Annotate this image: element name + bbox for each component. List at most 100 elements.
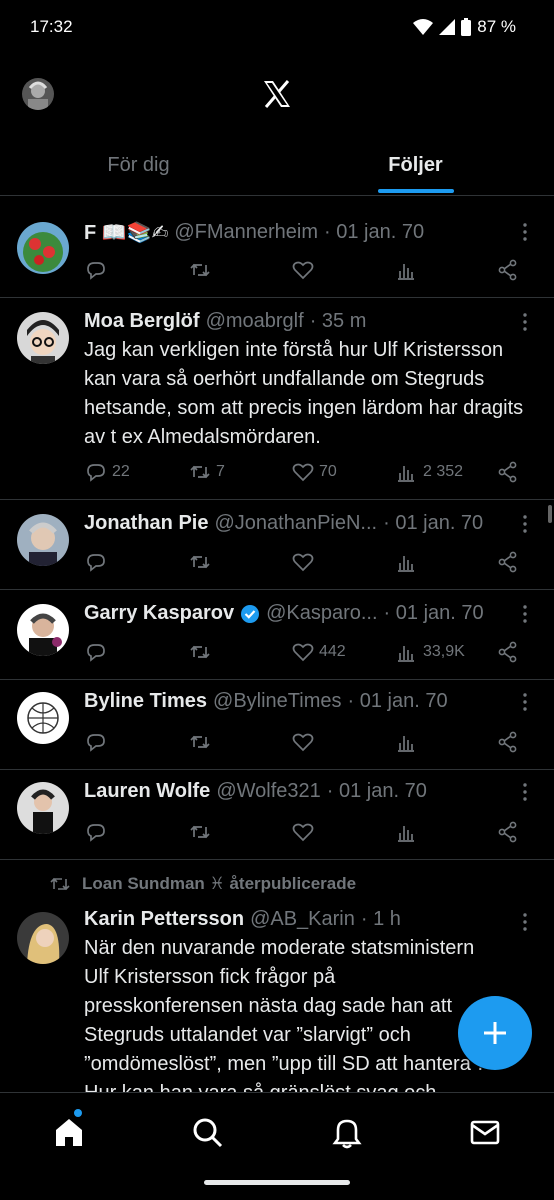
post-text-line: När den nuvarande moderate statsminister…	[84, 937, 475, 959]
views-button[interactable]: 33,9K	[395, 640, 465, 664]
like-button[interactable]	[291, 550, 319, 574]
more-options-icon[interactable]	[518, 514, 532, 534]
more-options-icon[interactable]	[518, 222, 532, 242]
repost-button[interactable]	[188, 550, 216, 574]
post-actions: 22 7 70 2 352	[84, 460, 532, 484]
more-options-icon[interactable]	[518, 312, 532, 332]
views-icon	[398, 264, 414, 280]
author-handle[interactable]: @FMannerheim	[174, 221, 318, 244]
repost-button[interactable]	[188, 730, 216, 754]
compose-post-button[interactable]	[458, 996, 532, 1070]
more-options-icon[interactable]	[518, 912, 532, 932]
share-icon	[498, 731, 517, 753]
post-header: Byline Times @BylineTimes · 01 jan. 70	[84, 690, 508, 713]
repost-icon	[190, 263, 210, 277]
repost-button[interactable]	[188, 640, 216, 664]
repost-icon	[50, 877, 70, 891]
avatar[interactable]	[17, 692, 69, 744]
share-button[interactable]	[496, 730, 520, 754]
repost-icon	[190, 825, 210, 839]
post-time: · 01 jan. 70	[383, 512, 484, 534]
like-button[interactable]	[291, 258, 319, 282]
bell-icon[interactable]	[330, 1115, 364, 1149]
repost-button[interactable]: 7	[188, 460, 225, 484]
reply-icon	[87, 824, 105, 842]
avatar[interactable]	[17, 782, 69, 834]
like-button[interactable]	[291, 730, 319, 754]
repost-button[interactable]	[188, 258, 216, 282]
post[interactable]: Byline Times @BylineTimes · 01 jan. 70	[0, 680, 554, 770]
share-button[interactable]	[496, 640, 520, 664]
author-name[interactable]: Lauren Wolfe	[84, 780, 210, 803]
repost-button[interactable]	[188, 820, 216, 844]
share-button[interactable]	[496, 550, 520, 574]
reply-button[interactable]	[84, 258, 112, 282]
post-header: Garry Kasparov @Kasparo... · 01 jan. 70	[84, 602, 508, 625]
status-bar: 17:32 87 %	[0, 0, 554, 56]
views-button[interactable]	[395, 258, 423, 282]
more-options-icon[interactable]	[518, 782, 532, 802]
reply-button[interactable]: 22	[84, 460, 130, 484]
tab-following[interactable]: Följer	[277, 140, 554, 196]
views-button[interactable]	[395, 730, 423, 754]
views-button[interactable]: 2 352	[395, 460, 463, 484]
reply-icon	[87, 464, 105, 482]
like-button[interactable]: 70	[291, 460, 337, 484]
author-name[interactable]: Moa Berglöf	[84, 310, 200, 333]
author-handle[interactable]: @BylineTimes	[213, 690, 341, 713]
repost-notice[interactable]: Loan Sundman ♓ återpublicerade	[50, 874, 356, 894]
search-icon[interactable]	[190, 1115, 224, 1149]
profile-avatar[interactable]	[22, 78, 54, 110]
mail-icon[interactable]	[468, 1115, 502, 1149]
repost-icon	[190, 645, 210, 659]
author-name[interactable]: Jonathan Pie	[84, 512, 208, 535]
author-handle[interactable]: @JonathanPieN...	[214, 512, 377, 535]
avatar[interactable]	[17, 514, 69, 566]
reply-button[interactable]	[84, 730, 112, 754]
post[interactable]: F 📖📚✍ @FMannerheim · 01 jan. 70	[0, 202, 554, 298]
reply-button[interactable]	[84, 550, 112, 574]
reply-count: 22	[112, 463, 130, 480]
x-logo-icon[interactable]	[262, 79, 292, 109]
home-indicator[interactable]	[204, 1180, 350, 1185]
post-text-line: Ulf Kristersson fick frågor på	[84, 966, 336, 988]
like-icon	[292, 261, 314, 280]
status-time: 17:32	[30, 17, 73, 36]
more-options-icon[interactable]	[518, 604, 532, 624]
author-handle[interactable]: @Wolfe321	[216, 780, 320, 803]
views-button[interactable]	[395, 550, 423, 574]
author-handle[interactable]: @moabrglf	[206, 310, 304, 333]
share-button[interactable]	[496, 460, 520, 484]
author-handle[interactable]: @AB_Karin	[250, 908, 355, 931]
post[interactable]: Garry Kasparov @Kasparo... · 01 jan. 70 …	[0, 590, 554, 680]
post[interactable]: Lauren Wolfe @Wolfe321 · 01 jan. 70	[0, 770, 554, 860]
author-name[interactable]: Garry Kasparov	[84, 602, 234, 625]
views-icon	[398, 736, 414, 752]
author-name[interactable]: Byline Times	[84, 690, 207, 713]
views-button[interactable]	[395, 820, 423, 844]
tab-for-you[interactable]: För dig	[0, 140, 277, 196]
post-header: Karin Pettersson @AB_Karin · 1 h	[84, 908, 508, 931]
avatar[interactable]	[17, 912, 69, 964]
repost-icon	[190, 555, 210, 569]
post-text[interactable]: Jag kan verkligen inte förstå hur Ulf Kr…	[84, 336, 534, 452]
like-button[interactable]	[291, 820, 319, 844]
views-icon	[398, 826, 414, 842]
scrollbar-thumb[interactable]	[548, 505, 552, 523]
like-button[interactable]: 442	[291, 640, 346, 664]
like-icon	[292, 643, 314, 662]
more-options-icon[interactable]	[518, 692, 532, 712]
home-icon[interactable]	[52, 1115, 86, 1149]
author-handle[interactable]: @Kasparo...	[266, 602, 377, 625]
post[interactable]: Jonathan Pie @JonathanPieN... · 01 jan. …	[0, 500, 554, 590]
author-name[interactable]: Karin Pettersson	[84, 908, 244, 931]
share-button[interactable]	[496, 258, 520, 282]
post[interactable]: Moa Berglöf @moabrglf · 35 m Jag kan ver…	[0, 298, 554, 500]
reply-button[interactable]	[84, 820, 112, 844]
reply-button[interactable]	[84, 640, 112, 664]
avatar[interactable]	[17, 222, 69, 274]
avatar[interactable]	[17, 312, 69, 364]
author-name[interactable]: F 📖📚✍	[84, 220, 168, 245]
share-button[interactable]	[496, 820, 520, 844]
avatar[interactable]	[17, 604, 69, 656]
